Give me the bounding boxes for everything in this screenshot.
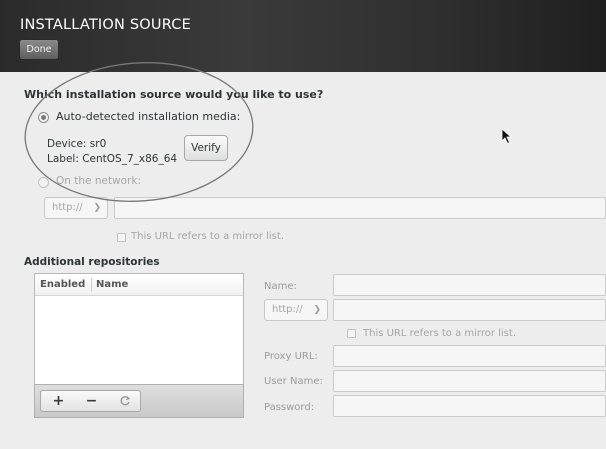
auto-detected-label[interactable]: Auto-detected installation media: [56, 110, 240, 123]
repo-button-group: + − [40, 390, 141, 412]
done-button[interactable]: Done [19, 39, 59, 60]
remove-repo-button[interactable]: − [75, 391, 108, 411]
add-repo-button[interactable]: + [42, 391, 75, 411]
network-radio[interactable] [38, 177, 49, 188]
additional-repos-title: Additional repositories [24, 256, 160, 268]
password-label: Password: [264, 402, 315, 413]
repo-list-header: Enabled Name [35, 274, 243, 296]
proxy-url-label: Proxy URL: [264, 351, 318, 362]
source-question: Which installation source would you like… [24, 88, 324, 101]
chevron-down-icon: ❯ [313, 305, 321, 315]
repo-url-input[interactable] [333, 299, 606, 321]
repo-mirror-label[interactable]: This URL refers to a mirror list. [363, 328, 516, 339]
label-line: Label: CentOS_7_x86_64 [47, 153, 178, 165]
auto-detected-radio[interactable] [38, 112, 49, 123]
repo-list[interactable]: Enabled Name [34, 273, 244, 385]
network-url-input[interactable] [114, 197, 606, 219]
repo-name-label: Name: [264, 281, 297, 292]
verify-button[interactable]: Verify [184, 135, 228, 161]
column-divider [91, 278, 92, 292]
repo-mirror-checkbox[interactable] [347, 329, 356, 338]
repo-toolbar: + − [34, 384, 244, 418]
column-enabled[interactable]: Enabled [40, 279, 85, 290]
refresh-repo-button[interactable] [108, 391, 141, 411]
username-label: User Name: [264, 376, 323, 387]
device-info: Device: sr0 Label: CentOS_7_x86_64 [47, 137, 177, 167]
password-input[interactable] [333, 395, 606, 417]
repo-name-input[interactable] [333, 274, 606, 296]
refresh-icon [120, 396, 130, 406]
network-mirror-label[interactable]: This URL refers to a mirror list. [131, 231, 284, 242]
page-title: INSTALLATION SOURCE [20, 17, 191, 33]
network-mirror-checkbox[interactable] [117, 233, 126, 242]
mouse-pointer-icon [501, 128, 513, 145]
header-bar: INSTALLATION SOURCE Done [0, 0, 606, 72]
chevron-down-icon: ❯ [93, 203, 101, 213]
username-input[interactable] [333, 370, 606, 392]
device-line: Device: sr0 [47, 138, 107, 150]
network-label[interactable]: On the network: [56, 175, 141, 187]
proxy-url-input[interactable] [333, 345, 606, 367]
network-protocol-value: http:// [52, 202, 83, 213]
network-protocol-combo[interactable]: http:// ❯ [44, 197, 108, 219]
repo-protocol-value: http:// [272, 304, 303, 315]
repo-protocol-combo[interactable]: http:// ❯ [264, 299, 328, 321]
column-name[interactable]: Name [96, 279, 128, 290]
